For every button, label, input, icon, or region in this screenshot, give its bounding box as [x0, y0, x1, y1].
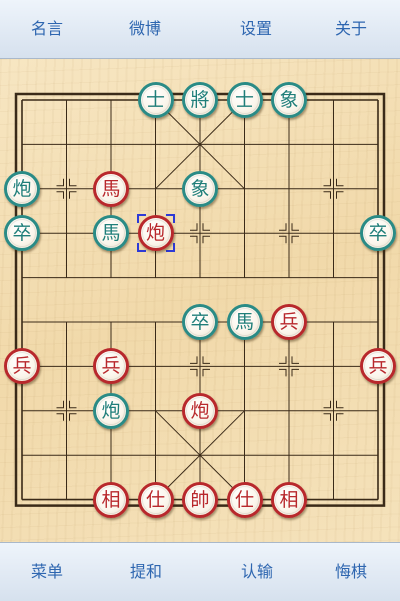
position-marker	[336, 191, 344, 199]
red-piece[interactable]: 炮	[182, 392, 218, 429]
position-marker	[323, 178, 331, 187]
green-piece[interactable]: 象	[271, 82, 307, 118]
piece-ring	[186, 396, 214, 425]
green-piece[interactable]: 卒	[4, 215, 40, 252]
piece-ring	[230, 86, 259, 114]
position-marker	[323, 400, 331, 409]
settings-button[interactable]: 设置	[216, 0, 296, 58]
position-marker	[279, 368, 287, 377]
green-piece[interactable]: 馬	[226, 304, 263, 340]
position-marker	[279, 235, 287, 244]
position-marker	[190, 356, 198, 364]
position-marker	[279, 223, 287, 231]
position-marker	[323, 191, 331, 199]
piece-ring	[364, 219, 392, 248]
top-menu-bar: 名言 微博 设置 关于	[0, 0, 400, 59]
piece-ring	[275, 485, 303, 514]
piece-ring	[8, 352, 36, 381]
red-piece[interactable]: 相	[93, 481, 129, 518]
green-piece[interactable]: 士	[137, 82, 174, 118]
position-marker	[291, 235, 299, 244]
green-piece[interactable]: 象	[182, 170, 218, 207]
green-piece[interactable]: 卒	[360, 215, 396, 252]
resign-button[interactable]: 认输	[217, 543, 297, 601]
position-marker	[69, 191, 77, 199]
piece-ring	[8, 219, 36, 248]
green-piece[interactable]: 馬	[93, 215, 129, 252]
position-marker	[202, 235, 210, 244]
piece-ring	[186, 86, 214, 114]
piece-ring	[230, 308, 259, 336]
piece-ring	[97, 396, 125, 425]
position-marker	[336, 400, 344, 409]
piece-ring	[97, 352, 125, 381]
piece-ring	[97, 219, 125, 248]
position-marker	[69, 178, 77, 187]
piece-ring	[8, 174, 36, 203]
green-piece[interactable]: 卒	[182, 304, 218, 340]
position-marker	[69, 400, 77, 409]
position-marker	[291, 368, 299, 377]
board-grid	[14, 92, 386, 507]
piece-ring	[230, 485, 259, 514]
green-piece[interactable]: 將	[182, 82, 218, 118]
red-piece[interactable]: 仕	[226, 481, 263, 518]
green-piece[interactable]: 士	[226, 82, 263, 118]
red-piece[interactable]: 帥	[182, 481, 218, 518]
position-marker	[336, 413, 344, 421]
piece-ring	[141, 86, 170, 114]
position-marker	[190, 223, 198, 231]
piece-ring	[186, 174, 214, 203]
green-piece[interactable]: 炮	[93, 392, 129, 429]
position-marker	[202, 368, 210, 377]
green-piece[interactable]: 炮	[4, 170, 40, 207]
position-marker	[56, 178, 64, 187]
position-marker	[202, 356, 210, 364]
position-marker	[291, 223, 299, 231]
piece-ring	[97, 485, 125, 514]
position-marker	[190, 235, 198, 244]
piece-ring	[364, 352, 392, 381]
piece-ring	[186, 485, 214, 514]
position-marker	[69, 413, 77, 421]
piece-ring	[275, 86, 303, 114]
position-marker	[56, 191, 64, 199]
position-marker	[56, 400, 64, 409]
red-piece[interactable]: 兵	[271, 304, 307, 340]
undo-move-button[interactable]: 悔棋	[311, 543, 391, 601]
about-button[interactable]: 关于	[311, 0, 391, 58]
red-piece[interactable]: 炮	[137, 215, 174, 252]
piece-ring	[141, 485, 170, 514]
position-marker	[202, 223, 210, 231]
position-marker	[336, 178, 344, 187]
position-marker	[279, 356, 287, 364]
weibo-button[interactable]: 微博	[105, 0, 185, 58]
xiangqi-board[interactable]: 士將士象炮馬象卒馬炮卒卒馬兵兵兵兵炮炮相仕帥仕相	[0, 59, 400, 542]
menu-button[interactable]: 菜单	[7, 543, 87, 601]
piece-ring	[141, 219, 170, 248]
piece-ring	[186, 308, 214, 336]
position-marker	[291, 356, 299, 364]
propose-draw-button[interactable]: 提和	[106, 543, 186, 601]
position-marker	[323, 413, 331, 421]
position-marker	[190, 368, 198, 377]
piece-ring	[275, 308, 303, 336]
bottom-menu-bar: 菜单 提和 认输 悔棋	[0, 542, 400, 601]
red-piece[interactable]: 仕	[137, 481, 174, 518]
red-piece[interactable]: 馬	[93, 170, 129, 207]
position-marker	[56, 413, 64, 421]
piece-ring	[97, 174, 125, 203]
red-piece[interactable]: 相	[271, 481, 307, 518]
quotes-button[interactable]: 名言	[7, 0, 87, 58]
